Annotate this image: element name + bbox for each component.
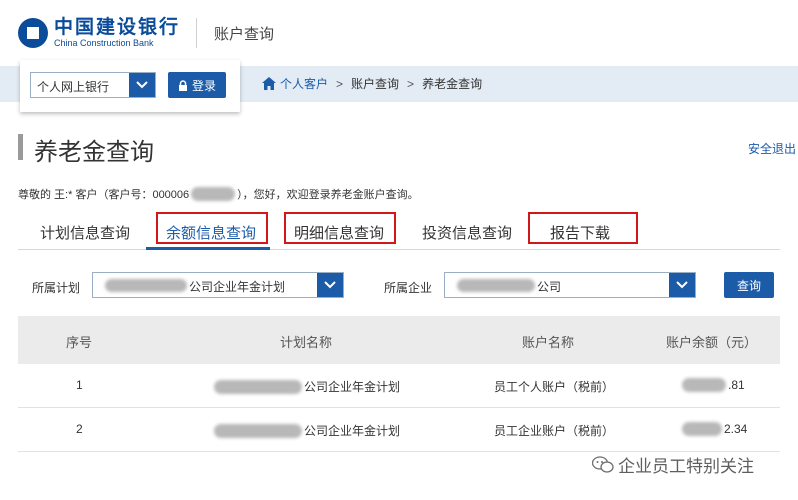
breadcrumb: 个人客户 > 账户查询 > 养老金查询 [262,75,482,92]
home-icon[interactable] [262,77,276,90]
logo-cn-text: 中国建设银行 [54,17,181,38]
lock-icon [178,79,187,91]
redacted-balance [682,422,722,436]
login-panel: 个人网上银行 登录 [20,60,240,112]
chevron-down-icon[interactable] [317,273,343,297]
login-button[interactable]: 登录 [168,72,226,98]
redacted-balance [682,378,726,392]
breadcrumb-item-account-query[interactable]: 账户查询 [351,75,399,92]
site-header: 中国建设银行 China Construction Bank 账户查询 [0,0,798,64]
bank-type-value: 个人网上银行 [37,80,110,94]
table-row[interactable]: 1 公司企业年金计划 员工个人账户（税前） .81 [18,364,780,408]
wechat-watermark: 企业员工特别关注 [592,452,754,477]
cell-no: 2 [76,422,83,436]
redacted-plan-name [214,379,302,394]
active-tab-indicator [146,247,270,250]
wechat-icon [592,455,614,473]
cell-no: 1 [76,378,83,392]
plan-select[interactable]: 公司企业年金计划 [92,272,344,298]
watermark-text: 企业员工特别关注 [618,457,754,476]
ccb-logo-icon [18,18,48,48]
title-accent-bar [18,134,23,160]
column-header-no: 序号 [66,335,93,350]
redacted-customer-id [191,187,236,201]
logout-link[interactable]: 安全退出 [748,140,796,157]
breadcrumb-item-personal[interactable]: 个人客户 [280,75,328,92]
chevron-down-icon[interactable] [129,73,155,97]
highlight-box-balance [156,212,268,244]
redacted-plan-name [214,423,302,438]
plan-select-value: 公司企业年金计划 [189,280,286,294]
column-header-balance: 账户余额（元） [666,335,758,350]
table-header: 序号 计划名称 账户名称 账户余额（元） [18,316,780,364]
column-header-account: 账户名称 [522,335,575,350]
plan-filter-label: 所属计划 [32,281,81,295]
logo-en-text: China Construction Bank [54,38,154,48]
header-divider [196,18,197,48]
page-title: 养老金查询 [34,139,154,166]
company-filter-label: 所属企业 [384,281,433,295]
cell-account-name: 员工企业账户（税前） [494,424,615,438]
tab-investment-info[interactable]: 投资信息查询 [412,218,522,247]
redacted-company-prefix [457,279,535,292]
balance-table: 序号 计划名称 账户名称 账户余额（元） 1 公司企业年金计划 员工个人账户（税… [18,316,780,452]
company-select-value: 公司 [537,280,562,294]
query-button[interactable]: 查询 [724,272,774,298]
redacted-plan-prefix [105,279,187,292]
greeting-prefix: 尊敬的 王:* 客户（客户号：000006 [18,189,190,201]
header-section-title: 账户查询 [214,26,275,43]
greeting-text: 尊敬的 王:* 客户（客户号：000006 ），您好，欢迎登录养老金账户查询。 [18,186,419,202]
highlight-box-report [528,212,638,244]
cell-plan-name: 公司企业年金计划 [304,424,401,438]
company-select[interactable]: 公司 [444,272,696,298]
breadcrumb-separator: > [336,76,344,91]
highlight-box-detail [284,212,396,244]
login-label: 登录 [191,78,216,93]
greeting-suffix: ），您好，欢迎登录养老金账户查询。 [237,189,419,201]
bank-logo[interactable]: 中国建设银行 China Construction Bank [18,18,180,48]
tab-bar: 计划信息查询 余额信息查询 明细信息查询 投资信息查询 报告下载 [18,210,780,250]
breadcrumb-separator: > [407,76,415,91]
cell-plan-name: 公司企业年金计划 [304,380,401,394]
cell-account-name: 员工个人账户（税前） [494,380,615,394]
table-row[interactable]: 2 公司企业年金计划 员工企业账户（税前） 2.34 [18,408,780,452]
cell-balance: .81 [728,378,745,392]
bank-type-select[interactable]: 个人网上银行 [30,72,156,98]
cell-balance: 2.34 [724,422,748,436]
tab-plan-info[interactable]: 计划信息查询 [30,218,140,247]
breadcrumb-item-pension-query: 养老金查询 [422,77,483,91]
chevron-down-icon[interactable] [669,273,695,297]
column-header-plan: 计划名称 [280,335,333,350]
